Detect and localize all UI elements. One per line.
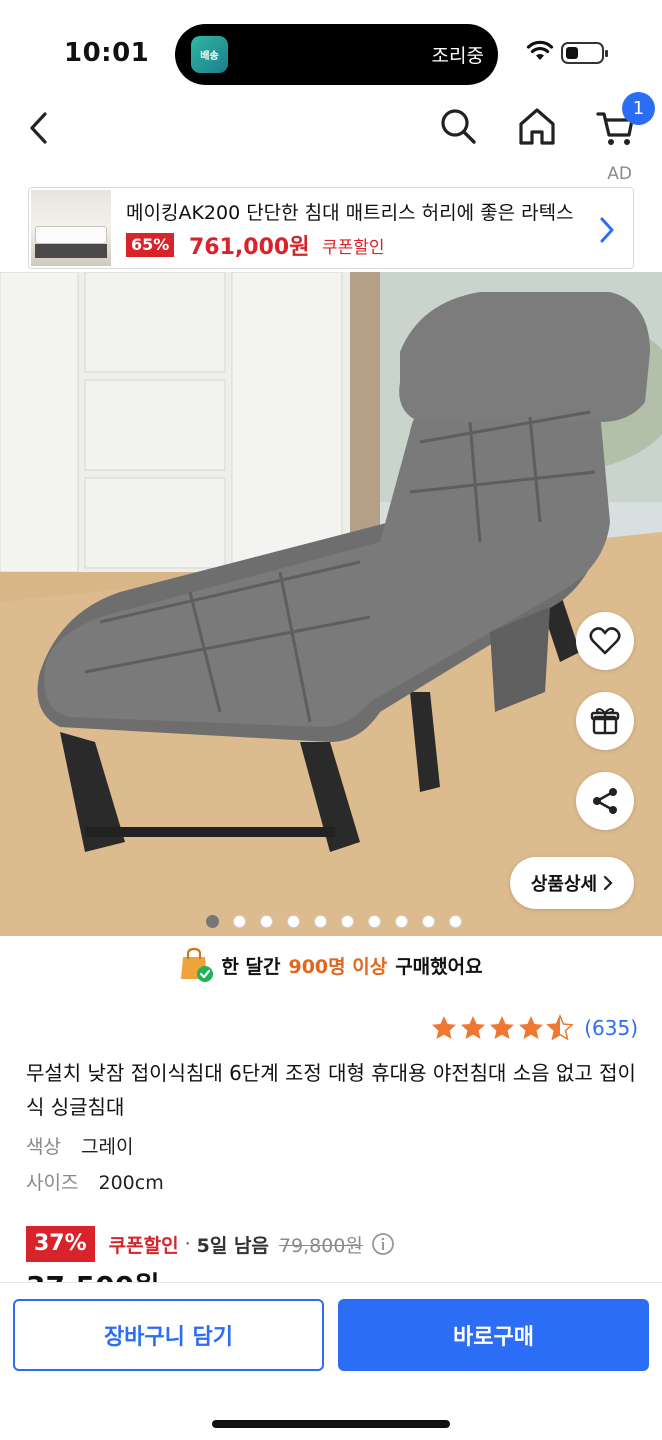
purchase-count-row: 한 달간 900명 이상 구매했어요 [0,946,662,984]
ad-title: 메이킹AK200 단단한 침대 매트리스 허리에 좋은 라텍스 [126,202,574,224]
product-image [0,272,662,936]
carousel-dot[interactable] [449,915,462,928]
ad-price: 761,000원 [189,235,310,260]
purchase-prefix: 한 달간 [221,955,281,978]
review-count[interactable]: (635) [584,1016,638,1040]
product-image-carousel[interactable]: 상품상세 [0,272,662,936]
gift-icon [590,708,620,735]
island-app-icon: 배송 [191,36,228,73]
add-to-cart-button[interactable]: 장바구니 담기 [13,1299,324,1371]
ad-coupon-label: 쿠폰할인 [322,238,385,258]
price-row: 37% 쿠폰할인 · 5일 남음 79,800원 [26,1226,395,1262]
option-label: 사이즈 [26,1172,79,1194]
original-price: 79,800원 [278,1234,363,1257]
product-title: 무설치 낮잠 접이식침대 6단계 조정 대형 휴대용 야전침대 소음 없고 접이… [26,1061,636,1119]
discount-badge: 37% [26,1226,95,1262]
share-button[interactable] [576,772,634,830]
carousel-dot[interactable] [395,915,408,928]
star-rating-icon [432,1015,573,1040]
share-icon [593,788,617,814]
clock: 10:01 [64,38,150,68]
dynamic-island[interactable]: 배송 조리중 [175,24,498,85]
carousel-dot[interactable] [422,915,435,928]
product-detail-button[interactable]: 상품상세 [510,857,634,909]
cart-count-badge: 1 [622,92,655,125]
coupon-label: 쿠폰할인 [108,1234,179,1257]
ad-label: AD [607,164,632,184]
separator: · [184,1233,191,1255]
battery-icon [561,42,608,64]
gift-button[interactable] [576,692,634,750]
ad-thumbnail [31,190,111,266]
status-bar: 10:01 배송 조리중 [0,0,662,100]
shopping-bag-check-icon [181,947,214,982]
option-color: 색상 그레이 [26,1132,133,1159]
back-arrow-icon[interactable] [24,108,54,148]
purchase-count: 900명 이상 [288,955,388,978]
carousel-dots [206,915,462,928]
island-status-text: 조리중 [431,45,484,67]
chevron-right-icon [600,217,614,243]
option-size: 사이즈 200cm [26,1168,164,1195]
home-icon[interactable] [516,105,558,149]
wishlist-button[interactable] [576,612,634,670]
purchase-suffix: 구매했어요 [395,955,483,978]
option-label: 색상 [26,1136,61,1158]
chevron-right-icon [604,875,613,891]
home-indicator[interactable] [212,1420,450,1428]
option-value: 200cm [98,1172,164,1194]
bottom-action-bar: 장바구니 담기 바로구매 [0,1282,662,1440]
carousel-dot[interactable] [314,915,327,928]
heart-icon [589,627,621,655]
search-icon[interactable] [438,105,478,149]
info-icon[interactable] [371,1232,395,1256]
buy-now-button[interactable]: 바로구매 [338,1299,649,1371]
detail-button-label: 상품상세 [530,874,598,895]
ad-discount-badge: 65% [126,233,175,257]
days-left: 5일 남음 [196,1234,269,1257]
carousel-dot[interactable] [287,915,300,928]
carousel-dot[interactable] [341,915,354,928]
rating-row[interactable]: (635) [431,1014,638,1042]
carousel-dot[interactable] [206,915,219,928]
ad-banner[interactable]: 메이킹AK200 단단한 침대 매트리스 허리에 좋은 라텍스 65% 761,… [28,187,634,269]
carousel-dot[interactable] [233,915,246,928]
wifi-icon [526,40,554,60]
option-value: 그레이 [81,1136,134,1158]
carousel-dot[interactable] [368,915,381,928]
carousel-dot[interactable] [260,915,273,928]
nav-bar: 1 [0,92,662,156]
